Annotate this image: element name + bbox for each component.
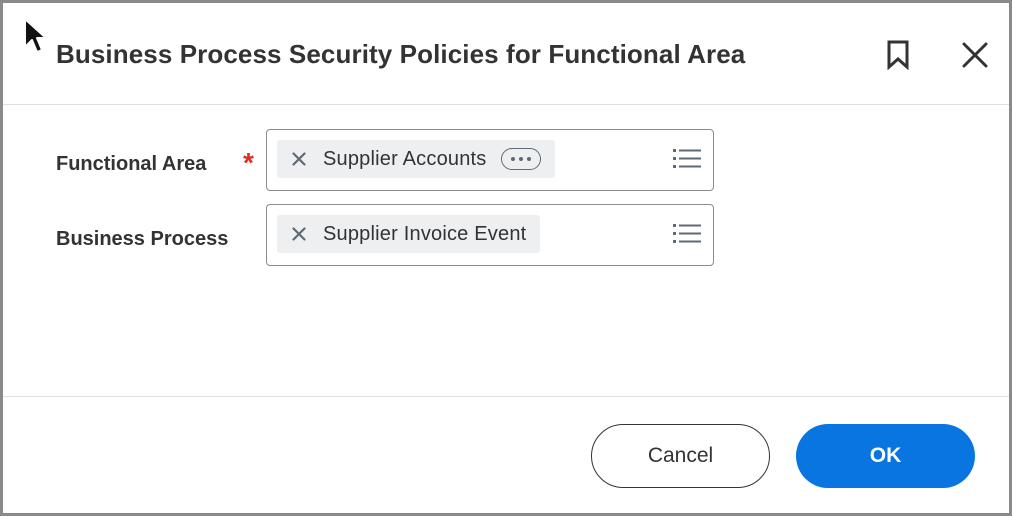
remove-selection-button[interactable] (289, 149, 309, 169)
dialog-header: Business Process Security Policies for F… (3, 3, 1009, 105)
ok-button[interactable]: OK (796, 424, 975, 488)
selected-item-pill: Supplier Invoice Event (277, 215, 541, 253)
close-icon (962, 42, 988, 68)
close-button[interactable] (957, 35, 993, 75)
more-options-icon[interactable] (500, 148, 541, 170)
bookmark-button[interactable] (880, 35, 916, 75)
cancel-button[interactable]: Cancel (591, 424, 770, 488)
bookmark-icon (887, 40, 909, 70)
functional-area-field[interactable]: Supplier Accounts (266, 129, 714, 191)
selected-item-text: Supplier Invoice Event (323, 222, 527, 245)
mouse-pointer-icon (24, 18, 47, 53)
list-prompt-icon[interactable] (673, 222, 701, 246)
list-prompt-icon[interactable] (673, 147, 701, 171)
remove-x-icon (292, 227, 306, 241)
remove-selection-button[interactable] (289, 224, 309, 244)
remove-x-icon (292, 152, 306, 166)
dialog: Business Process Security Policies for F… (0, 0, 1012, 516)
dialog-title: Business Process Security Policies for F… (56, 39, 746, 69)
selected-item-pill: Supplier Accounts (277, 140, 555, 178)
business-process-field[interactable]: Supplier Invoice Event (266, 204, 714, 266)
dialog-footer: Cancel OK (3, 396, 1009, 516)
functional-area-label: Functional Area (56, 153, 207, 175)
business-process-label: Business Process (56, 228, 229, 250)
required-indicator: * (243, 147, 254, 178)
selected-item-text: Supplier Accounts (323, 147, 487, 170)
